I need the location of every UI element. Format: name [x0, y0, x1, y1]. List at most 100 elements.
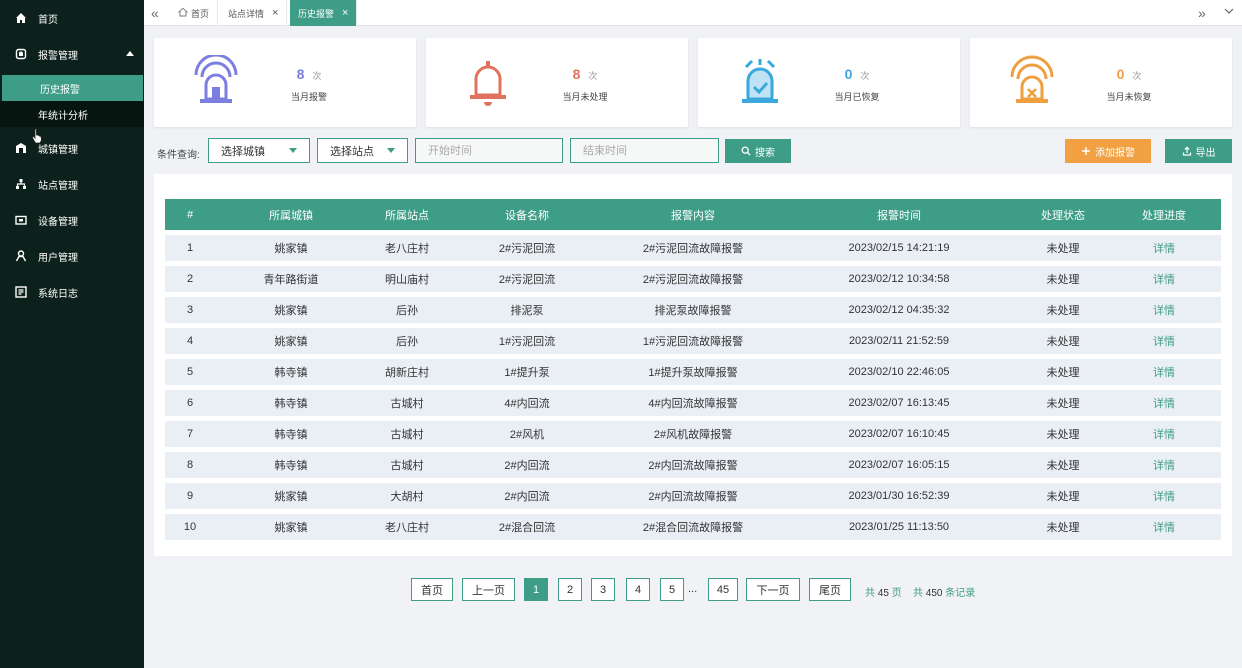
- table-cell: 未处理: [1019, 514, 1107, 540]
- caret-down-icon: [289, 148, 297, 153]
- sidebar-item-alarm[interactable]: 报警管理: [0, 40, 144, 68]
- siren-icon: [194, 55, 238, 103]
- stat-value: 8次: [572, 66, 598, 82]
- sidebar: 首页 报警管理 历史报警 年统计分析 城镇管理 站点管理 设备管理 用户管理 系…: [0, 0, 144, 668]
- column-header: 处理状态: [1019, 199, 1107, 230]
- sidebar-item-device[interactable]: 设备管理: [0, 206, 144, 234]
- caret-down-icon: [387, 148, 395, 153]
- add-alarm-button[interactable]: 添加报警: [1065, 139, 1151, 163]
- detail-link[interactable]: 详情: [1107, 421, 1221, 447]
- table-cell: 2#污泥回流: [447, 235, 607, 261]
- column-header: 所属站点: [367, 199, 447, 230]
- table-row: 10 姚家镇 老八庄村 2#混合回流 2#混合回流故障报警 2023/01/25 11:1…: [165, 514, 1221, 540]
- total-pages-count: 45: [877, 588, 889, 599]
- table-cell: 排泥泵: [447, 297, 607, 323]
- prev-page-button[interactable]: 上一页: [462, 578, 515, 601]
- table-row: 4 姚家镇 后孙 1#污泥回流 1#污泥回流故障报警 2023/02/11 21:52:5…: [165, 328, 1221, 354]
- first-page-button[interactable]: 首页: [411, 578, 453, 601]
- detail-link[interactable]: 详情: [1107, 452, 1221, 478]
- detail-link[interactable]: 详情: [1107, 266, 1221, 292]
- table-cell: 2#混合回流故障报警: [607, 514, 779, 540]
- table-cell: 姚家镇: [215, 297, 367, 323]
- tab-history-alarm[interactable]: 历史报警 ×: [290, 0, 358, 26]
- detail-link[interactable]: 详情: [1107, 328, 1221, 354]
- x-alarm-icon: [1010, 55, 1054, 103]
- table-cell: 姚家镇: [215, 328, 367, 354]
- detail-link[interactable]: 详情: [1107, 483, 1221, 509]
- table-row: 5 韩寺镇 胡新庄村 1#提升泵 1#提升泵故障报警 2023/02/10 22:46:0…: [165, 359, 1221, 385]
- double-chevron-right-icon[interactable]: »: [1198, 5, 1206, 21]
- search-icon: [741, 146, 751, 156]
- table-cell: 2#风机: [447, 421, 607, 447]
- export-button[interactable]: 导出: [1165, 139, 1232, 163]
- last-page-button[interactable]: 尾页: [809, 578, 851, 601]
- tab-site-detail[interactable]: 站点详情 ×: [220, 0, 288, 26]
- log-icon: [14, 285, 28, 299]
- sidebar-item-label: 系统日志: [38, 288, 78, 300]
- double-chevron-left-icon[interactable]: «: [151, 5, 159, 21]
- table-cell: 2#混合回流: [447, 514, 607, 540]
- table-cell: 姚家镇: [215, 514, 367, 540]
- table-cell: 未处理: [1019, 483, 1107, 509]
- town-icon: [14, 141, 28, 155]
- add-alarm-button-label: 添加报警: [1095, 147, 1135, 159]
- submenu-annual-stats[interactable]: 年统计分析: [0, 101, 144, 127]
- table-cell: 未处理: [1019, 390, 1107, 416]
- tab-home[interactable]: 首页: [170, 0, 219, 26]
- page-button-45[interactable]: 45: [708, 578, 738, 601]
- page-button-5[interactable]: 5: [660, 578, 684, 601]
- table-cell: 未处理: [1019, 328, 1107, 354]
- close-icon[interactable]: ×: [272, 7, 278, 19]
- table-cell: 未处理: [1019, 359, 1107, 385]
- sidebar-item-home[interactable]: 首页: [0, 4, 144, 32]
- table-cell: 未处理: [1019, 266, 1107, 292]
- search-button[interactable]: 搜索: [725, 139, 791, 163]
- submenu-label: 年统计分析: [38, 110, 88, 122]
- sidebar-item-log[interactable]: 系统日志: [0, 278, 144, 306]
- detail-link[interactable]: 详情: [1107, 359, 1221, 385]
- site-select[interactable]: 选择站点: [317, 138, 408, 163]
- sidebar-item-label: 报警管理: [38, 50, 78, 62]
- table-cell: 未处理: [1019, 452, 1107, 478]
- city-select[interactable]: 选择城镇: [208, 138, 310, 163]
- table-cell: 青年路街道: [215, 266, 367, 292]
- page-button-1[interactable]: 1: [524, 578, 548, 601]
- total-pages-suffix: 页: [891, 588, 902, 599]
- stat-value: 8次: [296, 66, 322, 82]
- total-records-text: 共 450 条记录: [913, 584, 975, 599]
- table-cell: 6: [165, 390, 215, 416]
- table-row: 3 姚家镇 后孙 排泥泵 排泥泵故障报警 2023/02/12 04:35:32 未处理 详情: [165, 297, 1221, 323]
- table-cell: 2#污泥回流故障报警: [607, 235, 779, 261]
- next-page-button[interactable]: 下一页: [746, 578, 800, 601]
- detail-link[interactable]: 详情: [1107, 390, 1221, 416]
- submenu-history-alarm[interactable]: 历史报警: [2, 75, 143, 101]
- page-button-4[interactable]: 4: [626, 578, 650, 601]
- detail-link[interactable]: 详情: [1107, 235, 1221, 261]
- page-button-2[interactable]: 2: [558, 578, 582, 601]
- table-cell: 韩寺镇: [215, 452, 367, 478]
- table-cell: 后孙: [367, 328, 447, 354]
- tab-bar: « 首页 站点详情 × 历史报警 × »: [144, 0, 1242, 26]
- start-time-input[interactable]: [415, 138, 563, 163]
- chevron-down-icon[interactable]: [1224, 6, 1234, 19]
- stat-label: 当月未恢复: [1106, 92, 1152, 102]
- user-icon: [14, 249, 28, 263]
- table-cell: 2#内回流: [447, 483, 607, 509]
- detail-link[interactable]: 详情: [1107, 297, 1221, 323]
- close-icon[interactable]: ×: [342, 7, 348, 19]
- filter-label: 条件查询:: [157, 150, 200, 161]
- sidebar-item-user[interactable]: 用户管理: [0, 242, 144, 270]
- home-icon: [14, 11, 28, 25]
- page-button-3[interactable]: 3: [591, 578, 615, 601]
- table-row: 2 青年路街道 明山庙村 2#污泥回流 2#污泥回流故障报警 2023/02/12 10:…: [165, 266, 1221, 292]
- table-cell: 2023/02/07 16:10:45: [779, 421, 1019, 447]
- pagination-ellipsis: ...: [688, 583, 698, 595]
- end-time-input[interactable]: [570, 138, 719, 163]
- sidebar-item-site[interactable]: 站点管理: [0, 170, 144, 198]
- detail-link[interactable]: 详情: [1107, 514, 1221, 540]
- table-cell: 古城村: [367, 452, 447, 478]
- export-button-label: 导出: [1195, 147, 1216, 159]
- sidebar-item-town[interactable]: 城镇管理: [0, 134, 144, 162]
- table-cell: 2023/02/07 16:13:45: [779, 390, 1019, 416]
- upload-icon: [1182, 146, 1191, 156]
